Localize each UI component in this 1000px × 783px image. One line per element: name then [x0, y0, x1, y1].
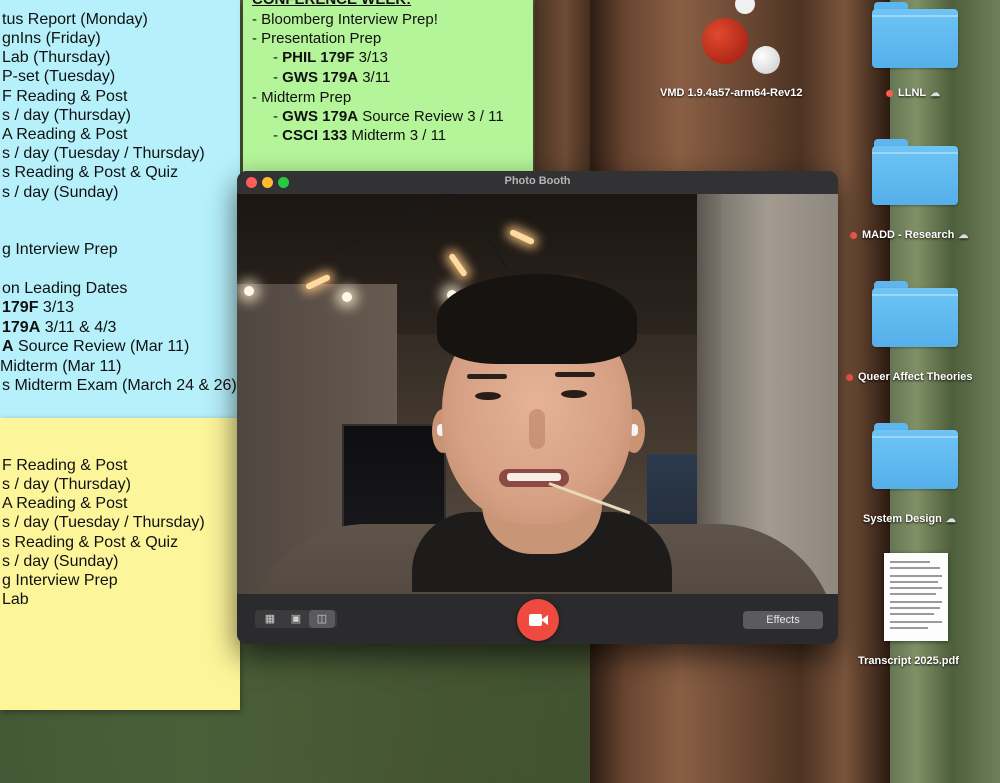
folder-icon [872, 2, 958, 68]
note-line: Midterm (Mar 11) [0, 358, 122, 375]
note-line: - PHIL 179F 3/13 [273, 48, 388, 67]
note-line: s Reading & Post & Quiz [2, 164, 179, 181]
note-text: 3/13 [354, 49, 388, 66]
note-line: P-set (Tuesday) [2, 68, 116, 85]
red-tag-icon [886, 89, 893, 97]
bullet-dash: - [273, 49, 283, 66]
note-line: s / day (Sunday) [2, 184, 119, 201]
note-text: Source Review (Mar 11) [13, 338, 190, 355]
note-line: F Reading & Post [2, 88, 128, 105]
course-code: 179F [2, 299, 39, 316]
note-line: A Reading & Post [2, 495, 128, 512]
note-line: - Bloomberg Interview Prep! [252, 11, 438, 28]
sticky-note-blue[interactable]: tus Report (Monday) gnIns (Friday) Lab (… [0, 0, 240, 418]
pdf-document-icon [884, 553, 948, 641]
note-text: Source Review 3 / 11 [358, 108, 504, 125]
photo-icon[interactable]: ▣ [283, 610, 309, 628]
folder-icon [872, 423, 958, 489]
icloud-icon: ☁ [958, 229, 969, 241]
photo-booth-toolbar: ▦ ▣ ◫ Effects [237, 594, 838, 644]
note-line: 179F 3/13 [2, 298, 74, 317]
bullet-dash: - [273, 69, 283, 86]
note-line: s / day (Tuesday / Thursday) [2, 145, 205, 162]
desktop-icon-label: MADD - Research [862, 229, 955, 241]
note-line: gnIns (Friday) [2, 30, 101, 47]
note-line: s / day (Sunday) [2, 553, 119, 570]
note-text: Midterm 3 / 11 [347, 127, 447, 144]
note-line: s / day (Thursday) [2, 476, 131, 493]
note-line: Lab [2, 591, 29, 608]
desktop-icon-label: VMD 1.9.4a57-arm64-Rev12 [660, 87, 803, 99]
bullet-dash: - [273, 108, 283, 125]
note-text: 3/11 [358, 69, 391, 86]
note-header: CONFERENCE WEEK: [252, 0, 411, 9]
note-line: - GWS 179A 3/11 [273, 68, 390, 87]
video-icon[interactable]: ◫ [309, 610, 335, 628]
desktop-icon-label: LLNL [898, 87, 927, 99]
icloud-icon: ☁ [930, 87, 941, 99]
sticky-note-green[interactable]: CONFERENCE WEEK: - Bloomberg Interview P… [243, 0, 533, 172]
course-code: 179A [2, 319, 41, 336]
note-line: - GWS 179A Source Review 3 / 11 [273, 107, 504, 126]
icloud-icon: ☁ [945, 513, 956, 525]
note-line: 179A 3/11 & 4/3 [2, 318, 116, 337]
view-mode-selector: ▦ ▣ ◫ [255, 610, 337, 628]
note-line: A Reading & Post [2, 126, 128, 143]
note-line: Lab (Thursday) [2, 49, 111, 66]
window-title: Photo Booth [504, 175, 571, 187]
note-line: s Midterm Exam (March 24 & 26) [2, 377, 237, 394]
note-line: s / day (Tuesday / Thursday) [2, 514, 205, 531]
record-button[interactable] [517, 599, 559, 641]
note-line: g Interview Prep [2, 572, 118, 589]
course-code: GWS 179A [282, 69, 359, 86]
desktop-icon-label: Transcript 2025.pdf [858, 655, 959, 667]
red-tag-icon [846, 373, 853, 381]
note-line: F Reading & Post [2, 457, 128, 474]
sticky-note-yellow[interactable]: F Reading & Post s / day (Thursday) A Re… [0, 418, 240, 710]
grid-view-icon[interactable]: ▦ [257, 610, 283, 628]
note-line: on Leading Dates [2, 280, 128, 297]
note-line: s Reading & Post & Quiz [2, 534, 179, 551]
effects-button[interactable]: Effects [743, 611, 823, 629]
course-code: PHIL 179F [282, 49, 355, 66]
note-text: 3/13 [38, 299, 75, 316]
course-code: GWS 179A [282, 108, 359, 125]
bullet-dash: - [273, 127, 283, 144]
desktop-icon-label: System Design [863, 513, 942, 525]
note-text: 3/11 & 4/3 [40, 319, 117, 336]
folder-icon [872, 139, 958, 205]
course-code: CSCI 133 [282, 127, 348, 144]
photo-booth-window[interactable]: Photo Booth muhafend [237, 171, 838, 644]
desktop-icon-label: Queer Affect Theories [858, 371, 973, 383]
note-line: g Interview Prep [2, 241, 118, 258]
note-line: - Midterm Prep [252, 89, 352, 106]
note-line: A Source Review (Mar 11) [2, 337, 189, 356]
note-line: - CSCI 133 Midterm 3 / 11 [273, 126, 446, 145]
note-line: s / day (Thursday) [2, 107, 131, 124]
camera-preview: muhafend [237, 194, 838, 594]
folder-icon [872, 281, 958, 347]
red-tag-icon [850, 231, 857, 239]
course-code: A [2, 338, 14, 355]
note-line: tus Report (Monday) [2, 11, 148, 28]
note-line: - Presentation Prep [252, 30, 382, 47]
window-titlebar[interactable]: Photo Booth [237, 171, 838, 195]
